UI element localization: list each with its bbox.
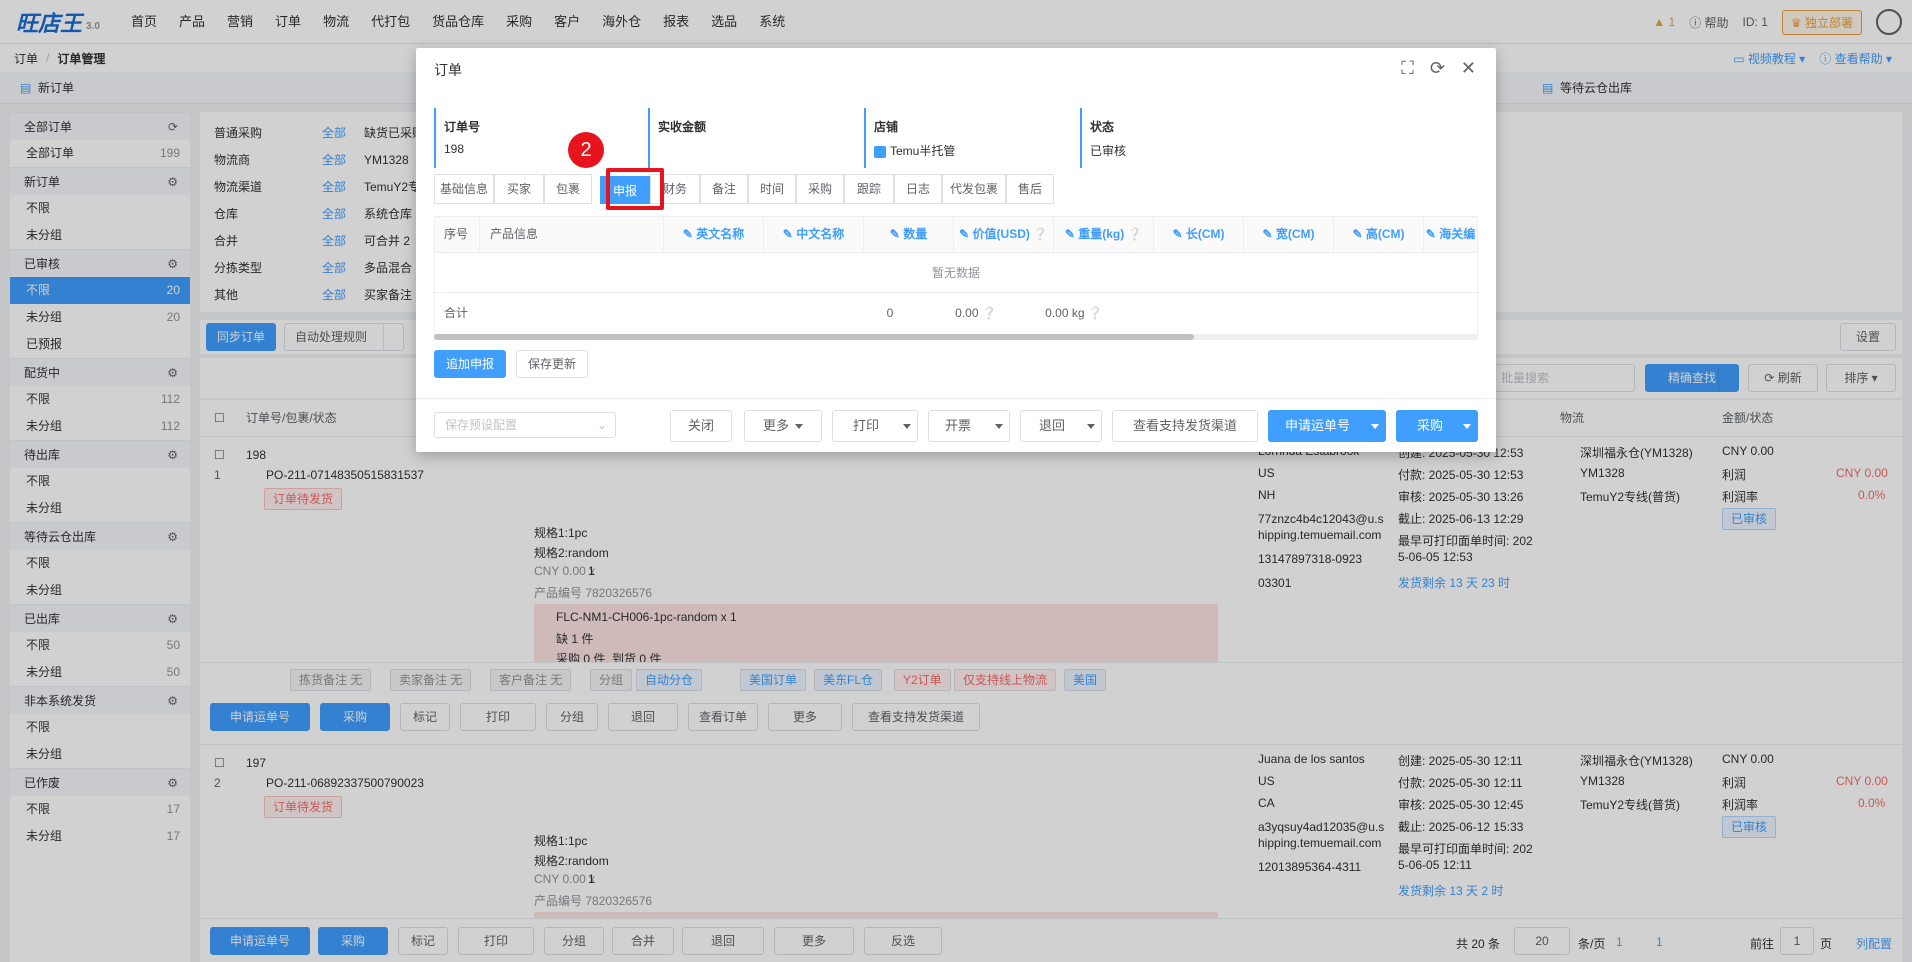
- modal-tab[interactable]: 时间: [748, 174, 796, 204]
- column-label: 海关编: [1439, 227, 1476, 241]
- modal-back-button[interactable]: 退回: [1020, 410, 1102, 442]
- help-icon: ❔: [1032, 227, 1048, 241]
- active-tab-highlight: [606, 168, 664, 210]
- info-value: 198: [444, 142, 465, 156]
- info-label: 店铺: [874, 120, 899, 134]
- total-weight: 0.00 kg ❔: [1045, 306, 1103, 320]
- modal-channels-button[interactable]: 查看支持发货渠道: [1112, 410, 1258, 442]
- modal-tab[interactable]: 售后: [1006, 174, 1054, 204]
- info-label: 实收金额: [658, 120, 707, 134]
- edit-icon[interactable]: ✎: [1262, 227, 1275, 241]
- info-card: 状态 已审核: [1080, 108, 1286, 168]
- edit-icon[interactable]: ✎: [1172, 227, 1185, 241]
- modal-title: 订单: [434, 62, 462, 78]
- edit-icon[interactable]: ✎: [1426, 227, 1439, 241]
- edit-icon[interactable]: ✎: [783, 227, 796, 241]
- info-card: 店铺 Temu半托管: [864, 108, 1074, 168]
- table-header-4: ✎ 数量: [864, 216, 954, 252]
- modal-tab[interactable]: 代发包裹: [942, 174, 1006, 204]
- table-header-10: ✎ 海关编: [1424, 216, 1478, 252]
- edit-icon[interactable]: ✎: [683, 227, 696, 241]
- total-label: 合计: [444, 306, 469, 320]
- column-label: 序号: [444, 227, 469, 241]
- table-header-0: 序号: [434, 216, 480, 252]
- modal-apply-waybill-button[interactable]: 申请运单号: [1268, 410, 1386, 442]
- edit-icon[interactable]: ✎: [1352, 227, 1365, 241]
- save-update-button[interactable]: 保存更新: [516, 350, 588, 378]
- modal-tab[interactable]: 采购: [796, 174, 844, 204]
- column-label: 重量(kg): [1078, 227, 1125, 241]
- column-label: 产品信息: [490, 227, 539, 241]
- table-scrollbar[interactable]: [434, 334, 1478, 340]
- info-value: Temu半托管: [874, 142, 955, 159]
- modal-more-button[interactable]: 更多: [744, 410, 822, 442]
- total-value: 0.00 ❔: [955, 306, 997, 320]
- help-icon: ❔: [1127, 227, 1143, 241]
- info-card: 订单号 198: [434, 108, 644, 168]
- edit-icon[interactable]: ✎: [890, 227, 903, 241]
- column-label: 数量: [903, 227, 928, 241]
- column-label: 长(CM): [1185, 227, 1225, 241]
- fullscreen-icon[interactable]: ⛶: [1401, 58, 1414, 79]
- preset-config-select[interactable]: 保存预设配置 ⌄: [434, 412, 616, 438]
- column-label: 英文名称: [696, 227, 745, 241]
- table-header-1: 产品信息: [480, 216, 664, 252]
- column-label: 价值(USD): [972, 227, 1030, 241]
- add-declaration-button[interactable]: 追加申报: [434, 350, 506, 378]
- column-label: 高(CM): [1365, 227, 1405, 241]
- step-marker: 2: [568, 132, 604, 168]
- shop-name: Temu半托管: [890, 144, 956, 158]
- modal-invoice-button[interactable]: 开票: [928, 410, 1010, 442]
- modal-tab[interactable]: 备注: [700, 174, 748, 204]
- info-value: 已审核: [1090, 144, 1127, 158]
- table-header-6: ✎ 重量(kg) ❔: [1054, 216, 1154, 252]
- close-icon[interactable]: ✕: [1461, 58, 1476, 79]
- edit-icon[interactable]: ✎: [959, 227, 972, 241]
- order-modal: 订单 ⛶ ⟳ ✕ 订单号 198 实收金额 店铺 Temu半托管 状态已审核 基础信息 买家…: [416, 48, 1496, 452]
- reload-icon[interactable]: ⟳: [1430, 58, 1445, 79]
- info-label: 状态: [1090, 120, 1115, 134]
- empty-text: 暂无数据: [434, 253, 1478, 293]
- modal-tab[interactable]: 买家: [494, 174, 544, 204]
- modal-tab[interactable]: 基础信息: [434, 174, 494, 204]
- info-card: 实收金额: [648, 108, 858, 168]
- modal-tab[interactable]: 日志: [894, 174, 942, 204]
- total-qty: 0: [886, 306, 894, 320]
- table-header-3: ✎ 中文名称: [764, 216, 864, 252]
- table-header-2: ✎ 英文名称: [664, 216, 764, 252]
- shop-icon: [874, 145, 886, 158]
- table-header-8: ✎ 宽(CM): [1244, 216, 1334, 252]
- table-header-9: ✎ 高(CM): [1334, 216, 1424, 252]
- modal-tab[interactable]: 跟踪: [844, 174, 894, 204]
- column-label: 中文名称: [796, 227, 845, 241]
- modal-tab[interactable]: 包裹: [544, 174, 592, 204]
- table-header-7: ✎ 长(CM): [1154, 216, 1244, 252]
- info-label: 订单号: [444, 120, 481, 134]
- modal-purchase-button[interactable]: 采购: [1396, 410, 1478, 442]
- modal-print-button[interactable]: 打印: [832, 410, 918, 442]
- modal-close-button[interactable]: 关闭: [670, 410, 732, 442]
- column-label: 宽(CM): [1275, 227, 1315, 241]
- edit-icon[interactable]: ✎: [1065, 227, 1078, 241]
- table-header-5: ✎ 价值(USD) ❔: [954, 216, 1054, 252]
